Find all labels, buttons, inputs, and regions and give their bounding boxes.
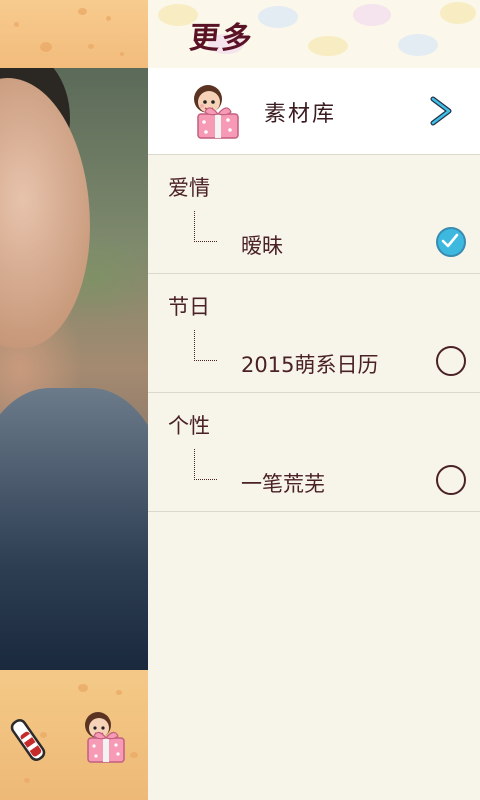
category-love: 爱情 暧昧 bbox=[148, 155, 480, 274]
category-personality: 个性 一笔荒芜 bbox=[148, 393, 480, 512]
category-title: 爱情 bbox=[168, 176, 210, 200]
list-item-ambiguous[interactable]: 暧昧 bbox=[148, 207, 480, 273]
page-title: 更多 bbox=[187, 21, 256, 56]
radio-circle-icon[interactable] bbox=[436, 346, 466, 376]
more-panel: 更多 素材库 爱情 暧昧 节日 2015萌系日历 个性 一笔荒芜 bbox=[148, 0, 480, 800]
item-label: 一笔荒芜 bbox=[241, 472, 325, 496]
list-item-brushstroke[interactable]: 一笔荒芜 bbox=[148, 445, 480, 511]
material-library-label: 素材库 bbox=[264, 102, 337, 127]
item-label: 暧昧 bbox=[241, 234, 283, 258]
title-bar: 更多 bbox=[148, 0, 480, 68]
chevron-right-icon[interactable] bbox=[428, 96, 454, 126]
gift-girl-sticker-icon[interactable] bbox=[80, 710, 130, 764]
radio-circle-icon[interactable] bbox=[436, 465, 466, 495]
gift-girl-icon bbox=[194, 85, 239, 139]
portrait-photo bbox=[0, 68, 148, 670]
check-icon[interactable] bbox=[436, 227, 466, 257]
item-label: 2015萌系日历 bbox=[241, 353, 379, 377]
category-title: 节日 bbox=[168, 295, 210, 319]
category-title: 个性 bbox=[168, 414, 210, 438]
material-library-row[interactable]: 素材库 bbox=[148, 68, 480, 155]
sand-texture-top bbox=[0, 0, 148, 68]
paint-tool-icon[interactable] bbox=[4, 716, 52, 764]
list-item-calendar[interactable]: 2015萌系日历 bbox=[148, 326, 480, 392]
category-holiday: 节日 2015萌系日历 bbox=[148, 274, 480, 393]
